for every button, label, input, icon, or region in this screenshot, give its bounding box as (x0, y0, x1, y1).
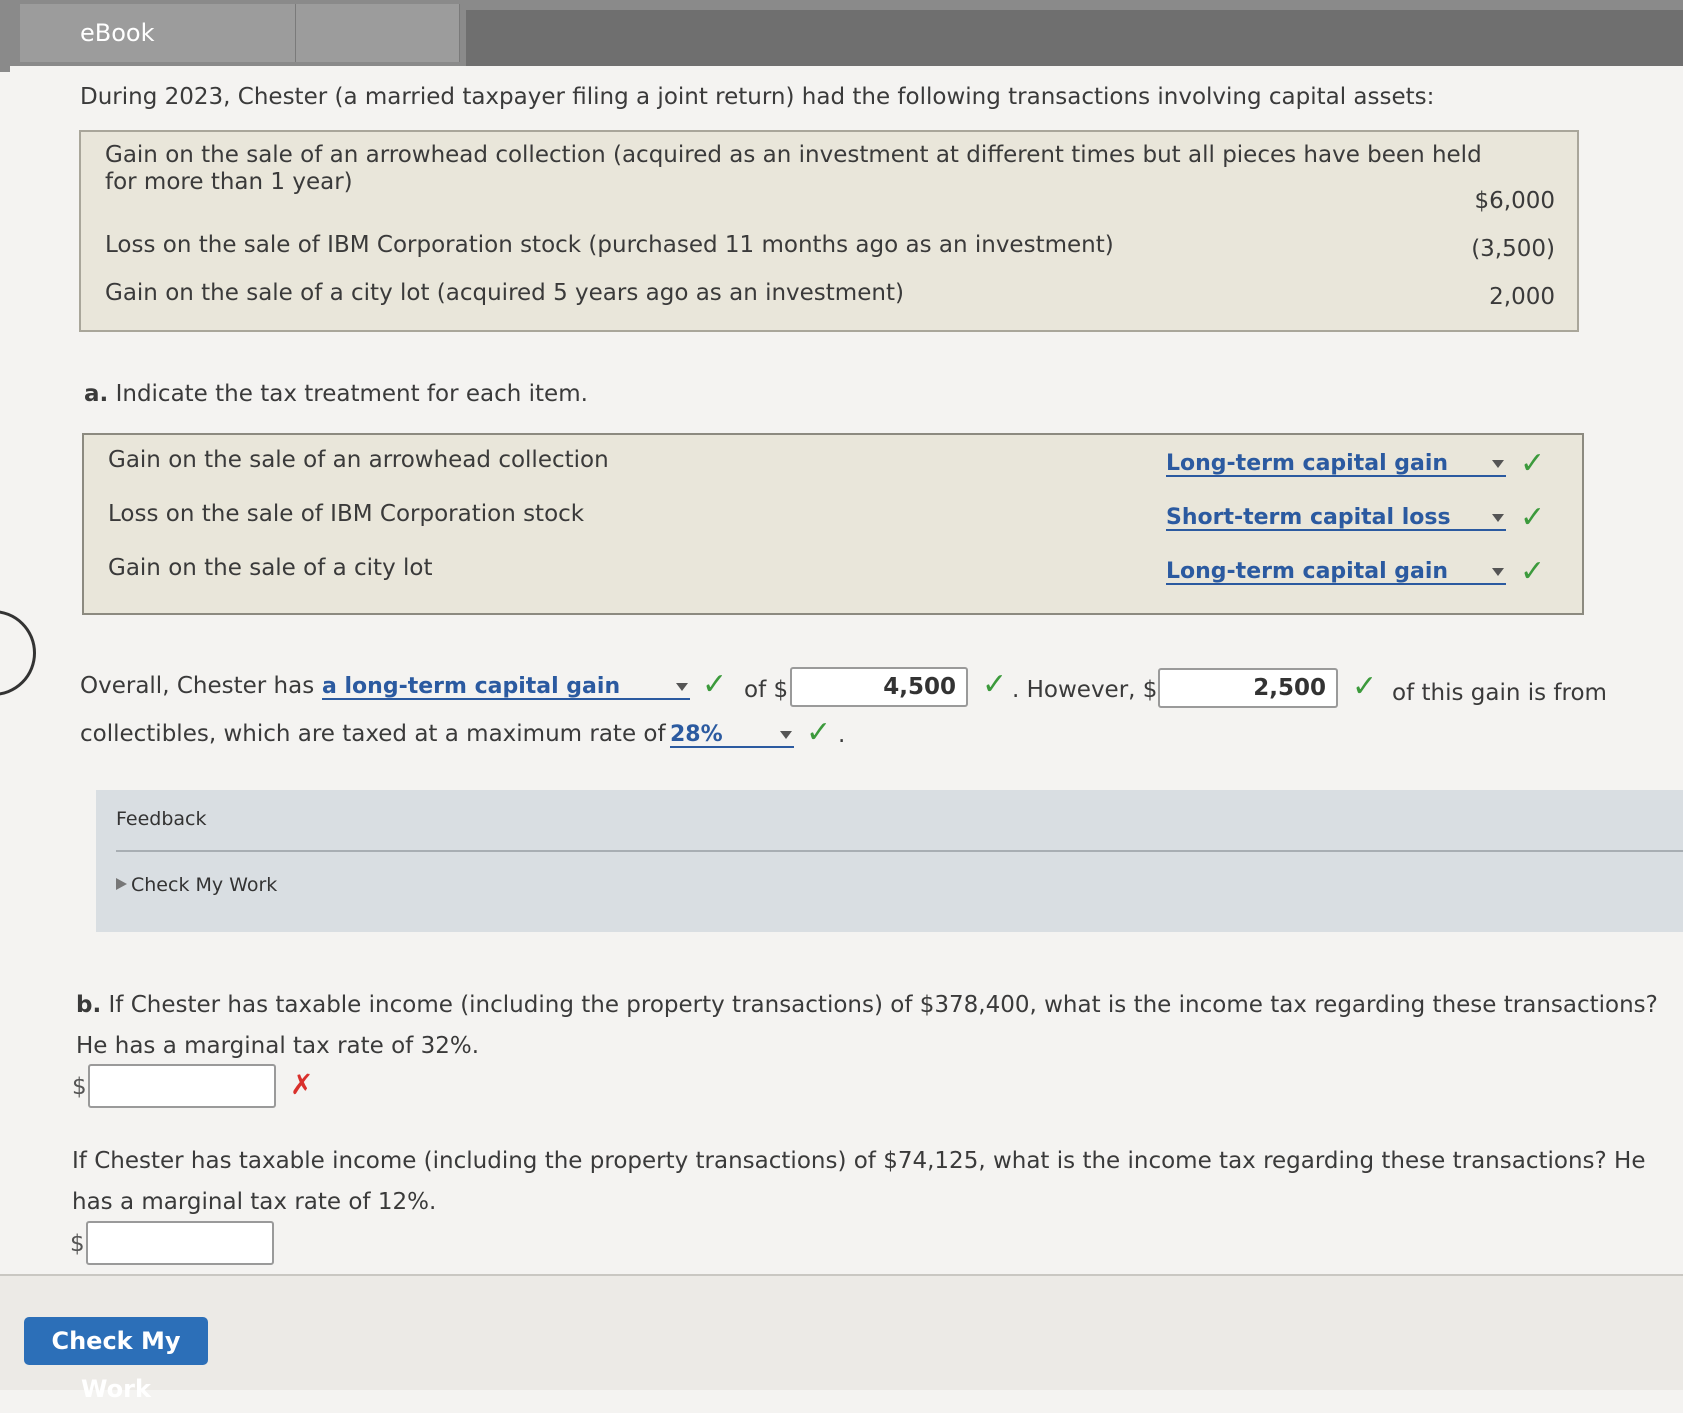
of-dollar-label: of $ (744, 677, 789, 703)
chevron-down-icon (1492, 514, 1504, 522)
part-b-text: If Chester has taxable income (including… (76, 992, 1658, 1059)
transaction-row: Gain on the sale of a city lot (acquired… (105, 280, 904, 307)
transaction-value: $6,000 (1474, 188, 1555, 214)
tab-blank[interactable] (296, 4, 460, 62)
treatment-select-ibm[interactable]: Short-term capital loss (1166, 505, 1506, 531)
check-icon: ✓ (806, 715, 832, 750)
transaction-row: Loss on the sale of IBM Corporation stoc… (105, 232, 1114, 259)
transaction-desc: Loss on the sale of IBM Corporation stoc… (105, 232, 1114, 258)
part-b-marker: b. (76, 992, 102, 1018)
overall-suffix: of this gain is from (1392, 680, 1607, 706)
treatment-select-city-lot[interactable]: Long-term capital gain (1166, 559, 1506, 585)
check-icon: ✓ (982, 667, 1008, 702)
treatment-label: Loss on the sale of IBM Corporation stoc… (108, 501, 585, 527)
part-a-marker: a. (84, 381, 109, 407)
part-b-prompt: b. If Chester has taxable income (includ… (76, 985, 1676, 1067)
overall-amount-input[interactable]: 4,500 (790, 667, 968, 707)
check-icon: ✓ (1352, 669, 1378, 704)
tab-bar-strip (466, 10, 1683, 72)
treatment-label: Gain on the sale of a city lot (108, 555, 433, 581)
treatment-label: Gain on the sale of an arrowhead collect… (108, 447, 609, 473)
select-value: Long-term capital gain (1166, 559, 1449, 584)
problem-intro: During 2023, Chester (a married taxpayer… (80, 84, 1435, 110)
part-a-text: Indicate the tax treatment for each item… (115, 381, 588, 407)
rate-select[interactable]: 28% (670, 722, 794, 748)
sentence-period: . (838, 722, 846, 748)
feedback-divider (116, 850, 1683, 852)
currency-label: $ (72, 1074, 87, 1100)
overall-prefix: Overall, Chester has (80, 673, 315, 699)
part-c-prompt: If Chester has taxable income (including… (72, 1148, 1646, 1215)
overall-select[interactable]: a long-term capital gain (322, 674, 690, 700)
transaction-desc: Gain on the sale of a city lot (acquired… (105, 280, 904, 306)
check-icon: ✓ (1520, 500, 1546, 535)
chevron-down-icon (1492, 568, 1504, 576)
part-c-answer-input[interactable] (86, 1221, 274, 1265)
feedback-check-label: Check My Work (131, 874, 278, 896)
chevron-down-icon (780, 731, 792, 739)
check-icon: ✓ (1520, 446, 1546, 481)
check-icon: ✓ (1520, 554, 1546, 589)
currency-label: $ (70, 1231, 85, 1257)
select-value: Short-term capital loss (1166, 505, 1451, 530)
part-b-answer-input[interactable] (88, 1064, 276, 1108)
bottom-bar (0, 1274, 1683, 1390)
feedback-panel: Feedback Check My Work (96, 790, 1683, 932)
tab-bar: eBook (0, 0, 1683, 72)
however-label: . However, $ (1012, 677, 1158, 703)
check-icon: ✓ (702, 667, 728, 702)
transaction-row: Gain on the sale of an arrowhead collect… (105, 142, 1482, 196)
triangle-right-icon (116, 878, 127, 890)
feedback-title: Feedback (116, 808, 207, 830)
chevron-down-icon (1492, 460, 1504, 468)
treatment-table: Gain on the sale of an arrowhead collect… (82, 433, 1584, 615)
part-a-prompt: a. Indicate the tax treatment for each i… (84, 381, 588, 407)
treatment-select-arrowhead[interactable]: Long-term capital gain (1166, 451, 1506, 477)
transactions-table: Gain on the sale of an arrowhead collect… (79, 130, 1579, 332)
select-value: 28% (670, 722, 723, 747)
feedback-check-my-work-toggle[interactable]: Check My Work (116, 874, 277, 896)
incorrect-icon: ✗ (290, 1068, 314, 1101)
collectibles-amount-input[interactable]: 2,500 (1158, 668, 1338, 708)
chevron-down-icon (676, 683, 688, 691)
collectibles-text: collectibles, which are taxed at a maxim… (80, 721, 666, 747)
transaction-value: (3,500) (1471, 236, 1555, 262)
transaction-desc: Gain on the sale of an arrowhead collect… (105, 142, 1482, 168)
select-value: a long-term capital gain (322, 674, 621, 699)
transaction-desc-cont: for more than 1 year) (105, 169, 353, 195)
tab-ebook[interactable]: eBook (20, 4, 296, 62)
select-value: Long-term capital gain (1166, 451, 1449, 476)
check-my-work-button[interactable]: Check My Work (24, 1317, 208, 1403)
transaction-value: 2,000 (1489, 284, 1555, 310)
